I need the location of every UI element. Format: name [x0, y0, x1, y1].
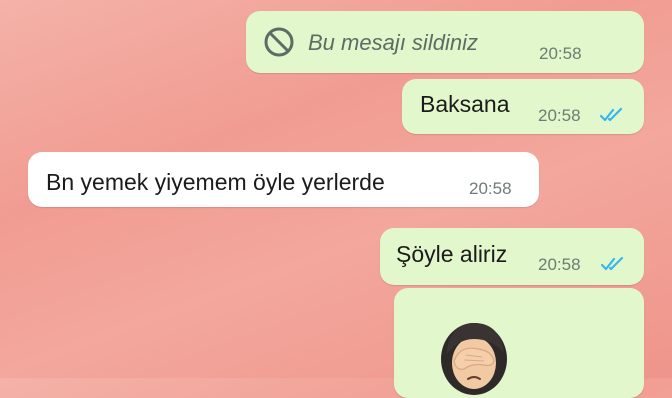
message-time: 20:58 [538, 255, 581, 274]
message-time: 20:58 [469, 179, 512, 198]
message-text: Şöyle aliriz [396, 241, 508, 267]
read-ticks-icon [601, 256, 624, 271]
woman-facepalming-emoji-icon [441, 323, 507, 395]
message-bubble-deleted[interactable]: Bu mesajı sildiniz 20:58 [246, 11, 644, 73]
message-bubble-outgoing[interactable]: Şöyle aliriz 20:58 [380, 228, 644, 285]
message-text: Bn yemek yiyemem öyle yerlerde [46, 169, 385, 195]
message-bubble-incoming[interactable]: Bn yemek yiyemem öyle yerlerde 20:58 [28, 152, 539, 207]
chat-area[interactable]: Bu mesajı sildiniz 20:58 Baksana 20:58 B… [0, 0, 672, 398]
message-bubble-outgoing[interactable]: Baksana 20:58 [402, 79, 644, 134]
message-time: 20:58 [538, 106, 581, 125]
message-time: 20:58 [539, 44, 582, 63]
read-ticks-icon [600, 107, 623, 122]
message-text: Baksana [420, 91, 510, 117]
ban-icon [264, 27, 294, 57]
deleted-message-text: Bu mesajı sildiniz [308, 30, 478, 55]
message-bubble-emoji[interactable] [394, 288, 644, 398]
